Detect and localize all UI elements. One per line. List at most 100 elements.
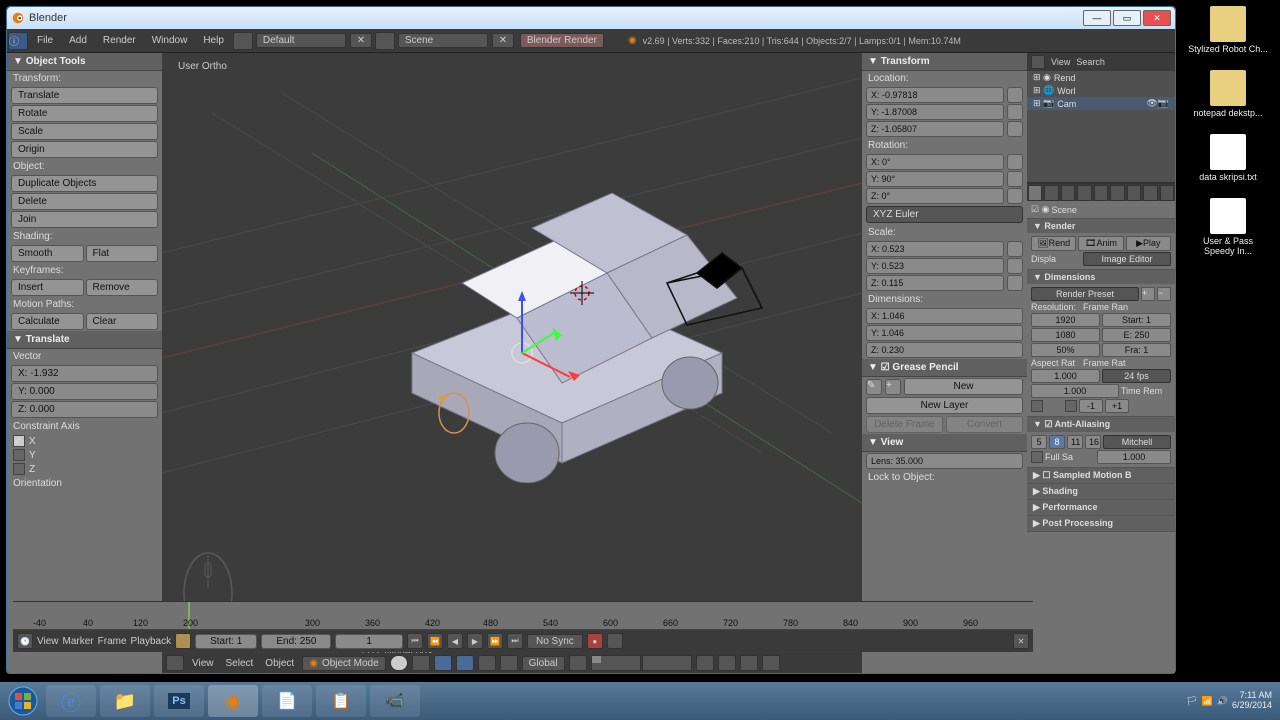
mode-combo[interactable]: ◉Object Mode xyxy=(302,656,385,671)
data-tab-icon[interactable] xyxy=(1143,185,1157,201)
gp-new-button[interactable]: New xyxy=(904,378,1023,395)
outliner-item-camera[interactable]: ⊞ 📷Cam👁📷 xyxy=(1027,97,1175,110)
jump-end-icon[interactable]: ⏭ xyxy=(507,633,523,649)
menu-file[interactable]: File xyxy=(29,35,61,46)
pivot-icon[interactable] xyxy=(412,655,430,671)
screen-layout-combo[interactable]: Default xyxy=(256,33,346,48)
rot-x-field[interactable]: X: 0° xyxy=(866,154,1004,170)
aspect-x-field[interactable]: 1.000 xyxy=(1031,369,1100,383)
fullsample-checkbox[interactable] xyxy=(1031,451,1043,463)
rotation-mode-combo[interactable]: XYZ Euler xyxy=(866,206,1023,223)
timeline-editor-icon[interactable]: 🕐 xyxy=(17,633,33,649)
world-tab-icon[interactable] xyxy=(1077,185,1091,201)
vector-x-field[interactable]: X: -1.932 xyxy=(11,365,158,382)
fps-combo[interactable]: 24 fps xyxy=(1102,369,1171,383)
auto-keyframe-icon[interactable]: ● xyxy=(587,633,603,649)
lock-camera-icon[interactable] xyxy=(696,655,714,671)
tray-sound-icon[interactable]: 🔊 xyxy=(1217,696,1228,707)
render-preview-icon[interactable] xyxy=(762,655,780,671)
animation-button[interactable]: 🎞Anim xyxy=(1078,236,1123,251)
postproc-section-header[interactable]: ▶ Post Processing xyxy=(1027,516,1175,531)
desktop-folder-1[interactable]: Stylized Robot Ch... xyxy=(1188,6,1268,54)
modifiers-tab-icon[interactable] xyxy=(1127,185,1141,201)
rotate-button[interactable]: Rotate xyxy=(11,105,158,122)
aa-8-button[interactable]: 8 xyxy=(1049,435,1065,449)
select-menu[interactable]: Select xyxy=(222,658,258,669)
crop-checkbox[interactable] xyxy=(1065,400,1077,412)
scene-x[interactable]: ✕ xyxy=(492,33,514,48)
smooth-button[interactable]: Smooth xyxy=(11,245,84,262)
tray-network-icon[interactable]: 📶 xyxy=(1202,696,1213,707)
flat-button[interactable]: Flat xyxy=(86,245,159,262)
sync-combo[interactable]: No Sync xyxy=(527,634,583,649)
res-x-field[interactable]: 1920 xyxy=(1031,313,1100,327)
outliner-search-menu[interactable]: Search xyxy=(1076,57,1105,67)
layer-buttons[interactable] xyxy=(591,655,692,671)
desktop-txt-1[interactable]: data skripsi.txt xyxy=(1188,134,1268,182)
rot-y-field[interactable]: Y: 90° xyxy=(866,171,1004,187)
task-ie[interactable]: ⓔ xyxy=(46,685,96,717)
snap-type-icon[interactable] xyxy=(740,655,758,671)
orientation-combo[interactable]: Global xyxy=(522,656,565,671)
lens-field[interactable]: Lens: 35.000 xyxy=(866,453,1023,469)
aa-5-button[interactable]: 5 xyxy=(1031,435,1047,449)
origin-button[interactable]: Origin xyxy=(11,141,158,158)
res-y-field[interactable]: 1080 xyxy=(1031,328,1100,342)
remove-preset-icon[interactable]: − xyxy=(1157,287,1171,301)
frame-end-field[interactable]: E: 250 xyxy=(1102,328,1171,342)
play-button[interactable]: ▶Play xyxy=(1126,236,1171,251)
timeline-frame-menu[interactable]: Frame xyxy=(98,636,127,647)
calculate-button[interactable]: Calculate xyxy=(11,313,84,330)
lock-icon[interactable] xyxy=(1007,188,1023,204)
manip-scale-icon[interactable] xyxy=(500,655,518,671)
join-button[interactable]: Join xyxy=(11,211,158,228)
outliner-type-icon[interactable] xyxy=(1031,55,1045,69)
lock-icon[interactable] xyxy=(1007,171,1023,187)
shading-solid-icon[interactable] xyxy=(390,655,408,671)
constraints-tab-icon[interactable] xyxy=(1110,185,1124,201)
delete-button[interactable]: Delete xyxy=(11,193,158,210)
layout-x[interactable]: ✕ xyxy=(350,33,372,48)
border-checkbox[interactable] xyxy=(1031,400,1043,412)
scale-z-field[interactable]: Z: 0.115 xyxy=(866,275,1004,291)
layers-tab-icon[interactable] xyxy=(1044,185,1058,201)
render-engine-combo[interactable]: Blender Render xyxy=(520,33,604,48)
timeline-ruler[interactable]: -40 40 120 200 300 360 420 480 540 600 6… xyxy=(13,602,1033,630)
transform-header[interactable]: ▼ Transform xyxy=(862,53,1027,71)
menu-window[interactable]: Window xyxy=(144,35,196,46)
loc-z-field[interactable]: Z: -1.05807 xyxy=(866,121,1004,137)
shading-section-header[interactable]: ▶ Shading xyxy=(1027,484,1175,499)
material-tab-icon[interactable] xyxy=(1160,185,1174,201)
render-section-header[interactable]: ▼ Render xyxy=(1027,219,1175,233)
lock-icon[interactable] xyxy=(1007,154,1023,170)
editor-type-icon[interactable] xyxy=(166,655,184,671)
aa-16-button[interactable]: 16 xyxy=(1085,435,1101,449)
lock-icon[interactable] xyxy=(1007,241,1023,257)
new-layer-button[interactable]: New Layer xyxy=(866,397,1023,414)
scale-button[interactable]: Scale xyxy=(11,123,158,140)
start-button[interactable] xyxy=(2,684,44,718)
vector-y-field[interactable]: Y: 0.000 xyxy=(11,383,158,400)
task-app-1[interactable]: 📄 xyxy=(262,685,312,717)
outliner-item-world[interactable]: ⊞ 🌐Worl xyxy=(1027,84,1175,97)
aa-filter-combo[interactable]: Mitchell xyxy=(1103,435,1171,449)
smb-section-header[interactable]: ▶ ☐ Sampled Motion B xyxy=(1027,468,1175,483)
lock-icon[interactable] xyxy=(1007,275,1023,291)
gp-add-icon[interactable]: + xyxy=(885,379,901,395)
3d-viewport[interactable]: User Ortho xyxy=(162,53,862,673)
desktop-txt-2[interactable]: User & Pass Speedy In... xyxy=(1188,198,1268,256)
scale-x-field[interactable]: X: 0.523 xyxy=(866,241,1004,257)
scene-tab-icon[interactable] xyxy=(1061,185,1075,201)
task-blender[interactable]: ◉ xyxy=(208,685,258,717)
minus1-button[interactable]: -1 xyxy=(1079,399,1103,413)
menu-render[interactable]: Render xyxy=(95,35,144,46)
lock-icon[interactable] xyxy=(1007,121,1023,137)
loc-y-field[interactable]: Y: -1.87008 xyxy=(866,104,1004,120)
insert-keyframe-button[interactable]: Insert xyxy=(11,279,84,296)
lock-icon[interactable] xyxy=(1007,87,1023,103)
view-header[interactable]: ▼ View xyxy=(862,434,1027,452)
editor-type-icon[interactable]: ⓘ xyxy=(8,32,28,50)
lock-icon[interactable] xyxy=(1007,104,1023,120)
constraint-y-checkbox[interactable]: Y xyxy=(7,448,162,462)
maximize-button[interactable]: ▭ xyxy=(1113,10,1141,26)
